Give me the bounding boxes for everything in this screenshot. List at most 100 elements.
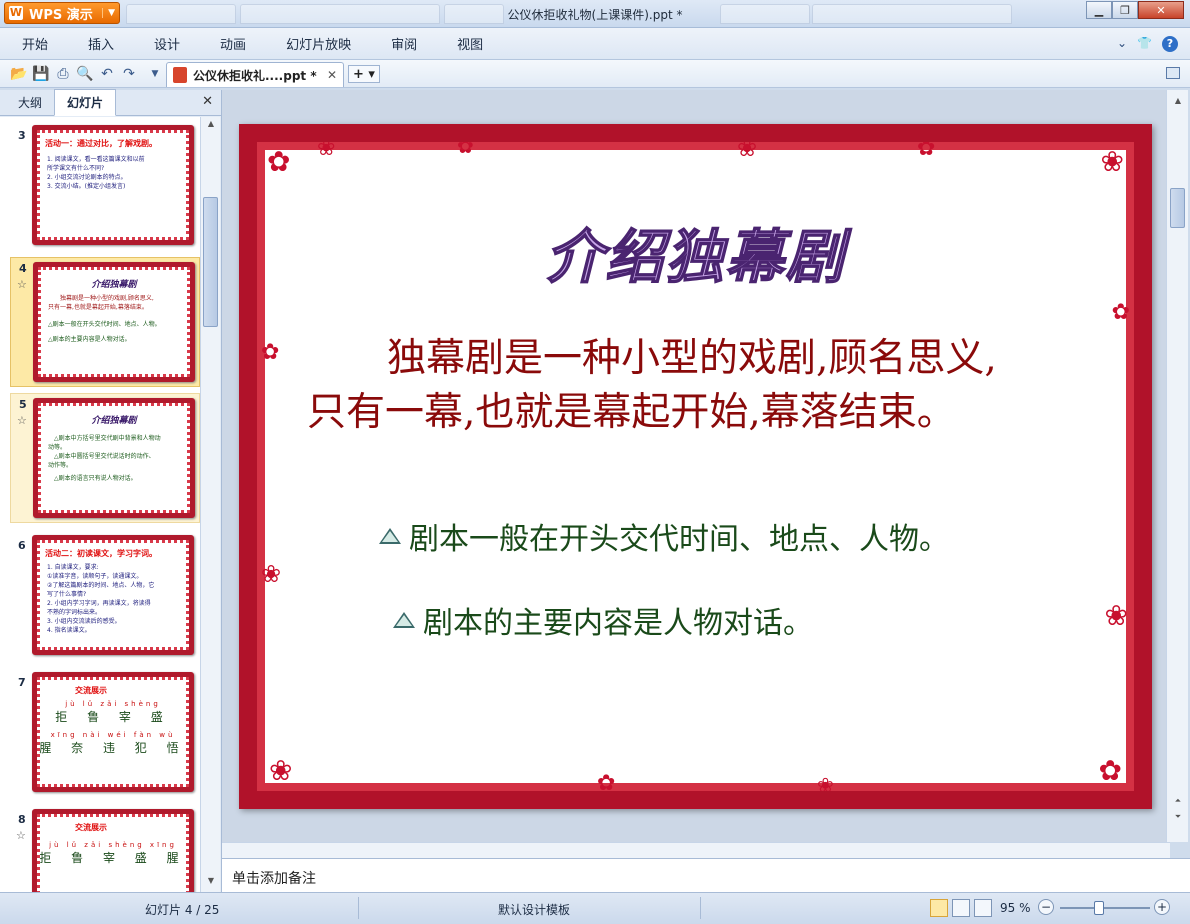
print-icon[interactable]: ⎙ [54,65,72,83]
menu-design[interactable]: 设计 [154,34,198,53]
menu-slideshow[interactable]: 幻灯片放映 [286,34,369,53]
scroll-up-icon[interactable]: ▲ [201,119,221,133]
slide-number: 3 [18,129,26,142]
template-name[interactable]: 默认设计模板 [498,901,570,918]
flower-icon: ✿ [1098,754,1122,787]
bullet-item[interactable]: 剧本一般在开头交代时间、地点、人物。 [379,514,949,558]
thumb-line: 2. 小组内学习字词，再读课文，将读得 [47,600,151,607]
thumb-title: 交流展示 [75,686,107,695]
triangle-bullet-icon [393,612,415,628]
menu-insert[interactable]: 插入 [88,34,132,53]
thumbnail-slide-4[interactable]: 4 ☆ 介绍独幕剧 独幕剧是一种小型的戏剧,顾名思义, 只有一幕,也就是幕起开始… [10,257,200,387]
open-folder-icon[interactable]: 📂 [10,65,28,83]
slide-number: 8 [18,813,26,826]
thumb-line: 1. 自读课文，要求: [47,564,99,571]
slideshow-play-icon[interactable] [974,899,992,917]
zoom-slider-knob[interactable] [1094,901,1104,915]
zoom-slider-track[interactable] [1060,907,1150,909]
chevron-down-icon[interactable]: ⌄ [1117,36,1127,52]
flower-icon: ❀ [317,136,336,161]
document-tab[interactable]: 公仪休拒收礼....ppt * ✕ [166,62,344,87]
normal-view-icon[interactable] [930,899,948,917]
animation-star-icon: ☆ [16,829,26,842]
close-button[interactable]: ✕ [1138,1,1184,19]
menu-view[interactable]: 视图 [457,34,501,53]
print-preview-icon[interactable]: 🔍 [76,65,94,83]
notes-pane[interactable]: 单击添加备注 [222,858,1190,892]
close-icon[interactable]: ✕ [202,94,213,109]
menu-home[interactable]: 开始 [22,34,66,53]
thumbnail-slide-8[interactable]: 8 ☆ 交流展示 jù lǔ zǎi shèng xīng 拒 鲁 宰 盛 腥 [10,809,200,892]
thumbnail-scrollbar[interactable]: ▲ ▼ [200,117,220,892]
slides-panel: 大纲 幻灯片 ✕ 3 活动一：通过对比，了解戏剧。 1. 阅读课文，看一看这篇课… [0,89,222,892]
slide-sorter-icon[interactable] [952,899,970,917]
slide-number: 7 [18,676,26,689]
scroll-up-icon[interactable]: ▲ [1167,96,1189,110]
thumbnail-slide-6[interactable]: 6 活动二：初读课文，学习字词。 1. 自读课文，要求: ①读准字音，读顺句子，… [10,535,200,659]
thumb-line: 所学课文有什么不同? [47,165,105,172]
layout-icon[interactable] [1166,67,1180,79]
thumb-line: 写了什么事情? [47,591,87,598]
tab-outline[interactable]: 大纲 [6,90,54,115]
thumb-title: 介绍独幕剧 [91,280,137,290]
current-slide[interactable]: ✿ ❀ ✿ ❀ ✿ ❀ ✿ ❀ ✿ ❀ ❀ ✿ ❀ ✿ 介绍独幕剧 独幕剧是一种… [239,124,1152,809]
bullet-text: 剧本的主要内容是人物对话。 [423,606,813,641]
thumbnail-slide-5[interactable]: 5 ☆ 介绍独幕剧 △剧本中方括号里交代剧中背景和人物动 动等。 △剧本中圆括号… [10,393,200,523]
thumb-line: 4. 指名读课文。 [47,627,91,634]
document-tab-label: 公仪休拒收礼....ppt * [193,68,317,83]
flower-icon: ✿ [267,145,291,178]
zoom-out-icon[interactable]: − [1038,899,1054,915]
scroll-thumb[interactable] [1170,188,1185,228]
title-bar: W WPS 演示 ▼ 公仪休拒收礼物(上课课件).ppt * ▁ ❐ ✕ [0,0,1190,28]
slide-thumbnail: 活动一：通过对比，了解戏剧。 1. 阅读课文，看一看这篇课文和以前 所学课文有什… [32,125,194,245]
slide-vertical-scrollbar[interactable]: ▲ ⏶ ⏷ [1166,90,1188,842]
menu-bar: 开始 插入 设计 动画 幻灯片放映 审阅 视图 ⌄ 👕 ? [0,28,1190,60]
divider [358,897,359,919]
redo-icon[interactable]: ↷ [120,65,138,83]
slide-thumbnail: 交流展示 jù lǔ zǎi shèng 拒 鲁 宰 盛 xīng nài wé… [32,672,194,792]
thumbnail-slide-7[interactable]: 7 交流展示 jù lǔ zǎi shèng 拒 鲁 宰 盛 xīng nài … [10,672,200,796]
slide-counter: 幻灯片 4 / 25 [145,903,220,917]
close-icon[interactable]: ✕ [327,68,337,82]
new-tab-button[interactable]: + ▾ [348,65,380,83]
thumb-line: 3. 小组内交流读后的感受。 [47,618,121,625]
undo-icon[interactable]: ↶ [98,65,116,83]
slide-horizontal-scrollbar[interactable] [222,842,1170,858]
thumb-line: 只有一幕,也就是幕起开始,幕落结束。 [48,304,148,311]
flower-icon: ✿ [597,771,616,796]
slide-title[interactable]: 介绍独幕剧 [257,210,1134,294]
scroll-down-icon[interactable]: ▼ [201,876,221,890]
zoom-level[interactable]: 95 % [1000,901,1031,915]
flower-icon: ❀ [1104,599,1128,632]
thumbnail-slide-3[interactable]: 3 活动一：通过对比，了解戏剧。 1. 阅读课文，看一看这篇课文和以前 所学课文… [10,125,200,249]
previous-slide-icon[interactable]: ⏶ [1167,796,1189,810]
thumb-chars: 腥 奈 违 犯 悟 [39,741,187,755]
thumb-line: 动作等。 [48,462,73,469]
thumb-line: △剧本一般在开头交代时间、地点、人物。 [48,321,161,328]
animation-star-icon: ☆ [17,278,27,291]
notes-placeholder: 单击添加备注 [232,871,316,887]
flower-icon: ✿ [261,340,280,365]
shirt-skin-icon[interactable]: 👕 [1137,36,1152,52]
next-slide-icon[interactable]: ⏷ [1167,812,1189,826]
ppt-file-icon [173,67,187,83]
zoom-in-icon[interactable]: + [1154,899,1170,915]
bullet-item[interactable]: 剧本的主要内容是人物对话。 [393,598,813,642]
slide-body-text[interactable]: 独幕剧是一种小型的戏剧,顾名思义, 只有一幕,也就是幕起开始,幕落结束。 [307,332,1127,440]
menu-animation[interactable]: 动画 [220,34,264,53]
chevron-down-icon[interactable]: ▼ [146,65,164,83]
thumb-chars: 拒 鲁 宰 盛 [55,710,171,724]
body-line: 只有一幕,也就是幕起开始,幕落结束。 [307,390,956,435]
thumb-line: 动等。 [48,444,67,451]
minimize-button[interactable]: ▁ [1086,1,1112,19]
maximize-button[interactable]: ❐ [1112,1,1138,19]
thumb-title: 介绍独幕剧 [91,416,137,426]
thumb-chars: 拒 鲁 宰 盛 腥 [39,851,187,865]
save-icon[interactable]: 💾 [32,65,50,83]
scroll-thumb[interactable] [203,197,218,327]
menu-review[interactable]: 审阅 [391,34,435,53]
tab-slides[interactable]: 幻灯片 [54,89,117,116]
body-line: 独幕剧是一种小型的戏剧,顾名思义, [387,336,997,381]
help-icon[interactable]: ? [1162,36,1178,52]
thumb-line: 2. 小组交流讨论剧本的特点。 [47,174,127,181]
